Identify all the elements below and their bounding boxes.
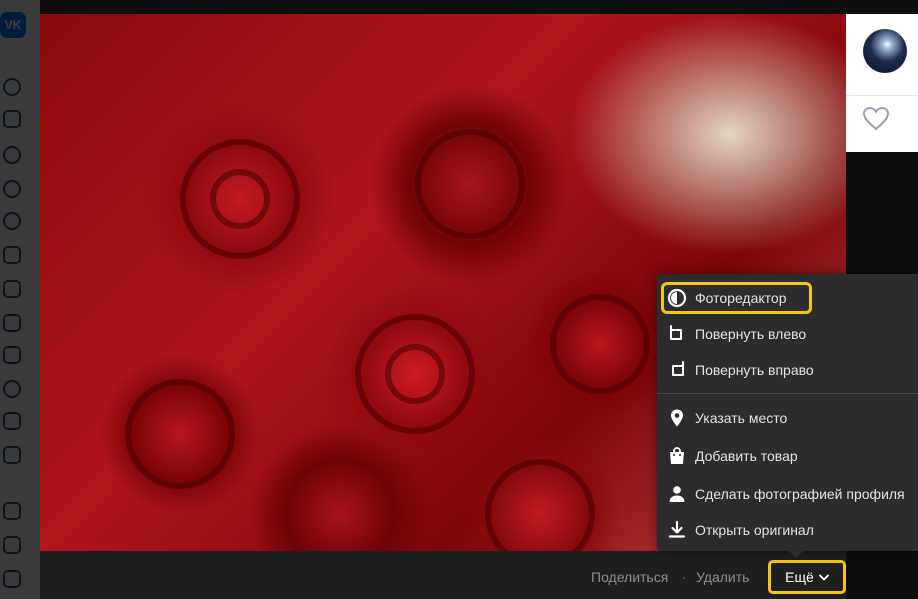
share-button[interactable]: Поделиться (591, 569, 668, 585)
photo-viewer-page: VK Поделиться · (0, 0, 918, 599)
location-pin-icon (671, 409, 683, 427)
menu-item-set-location[interactable]: Указать место (657, 401, 918, 435)
menu-pointer (787, 549, 805, 558)
shopping-bag-icon (670, 447, 684, 464)
menu-item-label: Сделать фотографией профиля (695, 486, 905, 502)
menu-separator (657, 393, 918, 394)
menu-item-label: Повернуть влево (695, 326, 807, 342)
rose-decoration (210, 169, 270, 229)
rotate-right-icon (672, 361, 684, 376)
more-button[interactable]: Ещё (768, 560, 846, 594)
more-button-label: Ещё (785, 569, 814, 585)
rotate-left-icon (670, 325, 682, 340)
menu-item-add-product[interactable]: Добавить товар (657, 439, 918, 473)
menu-item-label: Указать место (695, 410, 788, 426)
rose-decoration (385, 344, 445, 404)
menu-item-label: Повернуть вправо (695, 362, 814, 378)
menu-item-rotate-left[interactable]: Повернуть влево (657, 317, 918, 351)
chevron-down-icon (818, 574, 829, 580)
action-separator: · (682, 569, 687, 585)
photo-editor-highlight (661, 282, 812, 314)
download-icon (668, 520, 686, 538)
menu-item-label: Открыть оригинал (695, 522, 814, 538)
heart-icon[interactable] (863, 107, 889, 131)
person-icon (669, 486, 685, 502)
rose-decoration (125, 379, 235, 489)
author-avatar[interactable] (863, 29, 907, 73)
menu-item-label: Добавить товар (695, 448, 798, 464)
panel-divider (846, 95, 918, 96)
delete-button[interactable]: Удалить (696, 569, 749, 585)
menu-item-rotate-right[interactable]: Повернуть вправо (657, 353, 918, 387)
rose-decoration (415, 129, 525, 239)
photo-action-bar: Поделиться · Удалить Ещё (40, 551, 846, 599)
more-actions-menu: Фоторедактор Повернуть влево Повернуть в… (657, 274, 918, 551)
rose-decoration (550, 294, 650, 394)
photo-info-panel (846, 14, 918, 152)
menu-item-open-original[interactable]: Открыть оригинал (657, 513, 918, 547)
menu-item-set-profile-photo[interactable]: Сделать фотографией профиля (657, 477, 918, 511)
